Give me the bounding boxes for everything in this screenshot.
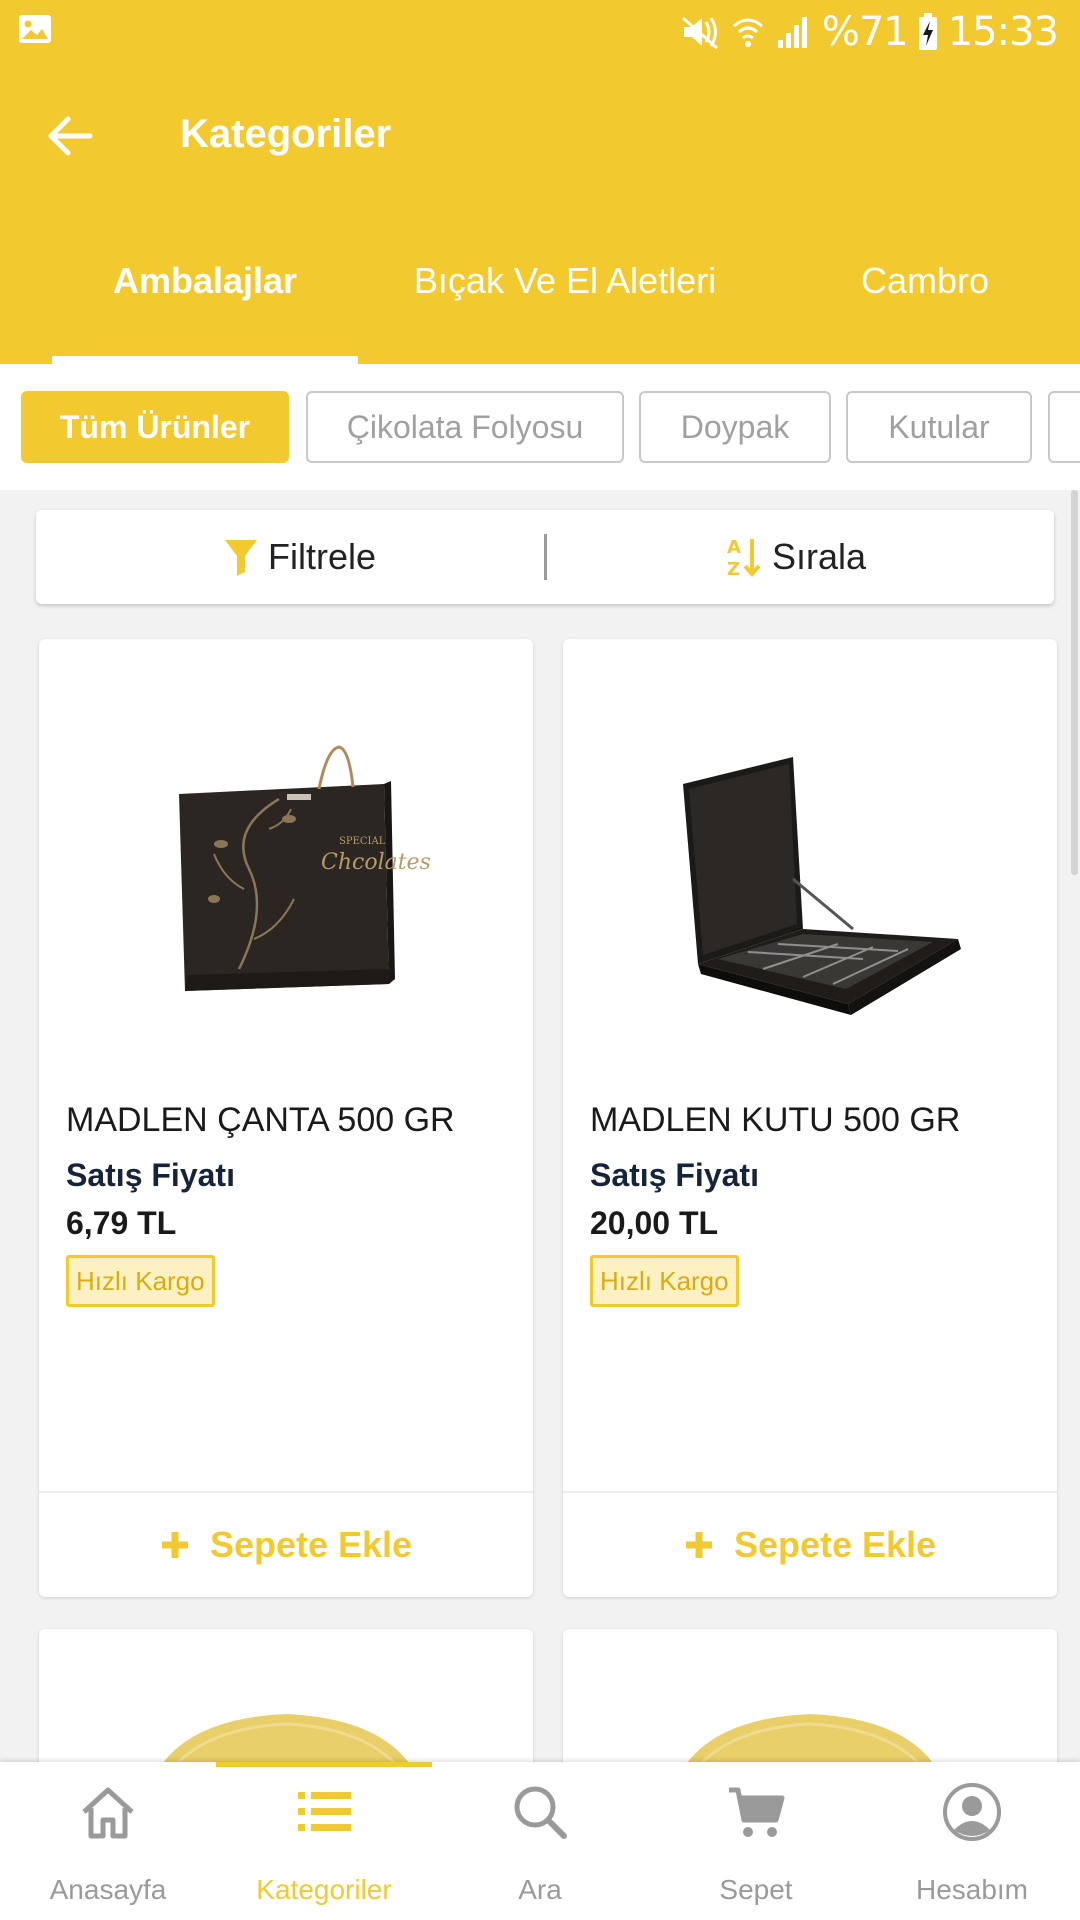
- sort-label: Sırala: [772, 536, 867, 577]
- bottom-navigation: Anasayfa Kategoriler Ara Sepet Hesabım: [0, 1762, 1080, 1920]
- svg-text:SPECIAL: SPECIAL: [339, 836, 386, 847]
- nav-item-kategoriler[interactable]: Kategoriler: [216, 1762, 432, 1920]
- fast-shipping-badge: Hızlı Kargo: [66, 1255, 215, 1307]
- price-label: Satış Fiyatı: [590, 1157, 759, 1193]
- tab-ambalajlar[interactable]: Ambalajlar: [52, 260, 358, 302]
- chip-kutular[interactable]: Kutular: [846, 391, 1032, 463]
- product-image: [563, 639, 1057, 1059]
- nav-label: Kategoriler: [256, 1874, 392, 1905]
- back-arrow-icon[interactable]: [42, 109, 96, 163]
- nav-item-sepet[interactable]: Sepet: [648, 1762, 864, 1920]
- list-icon: [298, 1792, 351, 1831]
- filter-icon: [225, 540, 257, 576]
- add-to-cart-label: Sepete Ekle: [733, 1524, 937, 1565]
- filter-button[interactable]: Filtrele: [224, 510, 376, 604]
- svg-text:Chcolates: Chcolates: [321, 850, 431, 875]
- nav-item-hesabim[interactable]: Hesabım: [864, 1762, 1080, 1920]
- filter-label: Filtrele: [268, 536, 377, 577]
- product-card[interactable]: MADLEN KUTU 500 GR Satış Fiyatı 20,00 TL…: [563, 639, 1057, 1597]
- subcategory-chips: Tüm Ürünler Çikolata Folyosu Doypak Kutu…: [0, 364, 1080, 490]
- cart-icon: [729, 1787, 785, 1837]
- chip-cikolata-folyosu[interactable]: Çikolata Folyosu: [306, 391, 624, 463]
- plus-icon: [161, 1532, 188, 1558]
- add-to-cart-button[interactable]: Sepete Ekle: [563, 1493, 1057, 1597]
- mute-icon: [681, 16, 718, 50]
- image-notification-icon: [19, 15, 51, 43]
- chip-doypak[interactable]: Doypak: [639, 391, 831, 463]
- product-image: Chcolates SPECIAL: [39, 639, 533, 1059]
- tab-cambro[interactable]: Cambro: [820, 260, 1030, 302]
- chip-tum-urunler[interactable]: Tüm Ürünler: [21, 391, 289, 463]
- nav-label: Ara: [518, 1874, 562, 1905]
- page-title: Kategoriler: [180, 112, 392, 156]
- sort-button[interactable]: A Z Sırala: [726, 510, 866, 604]
- product-name[interactable]: MADLEN ÇANTA 500 GR: [66, 1101, 455, 1140]
- plus-icon: [685, 1532, 712, 1558]
- nav-label: Sepet: [719, 1874, 793, 1905]
- fast-shipping-badge: Hızlı Kargo: [590, 1255, 739, 1307]
- wifi-icon: [732, 18, 763, 47]
- scrollbar[interactable]: [1071, 490, 1078, 875]
- nav-label: Anasayfa: [49, 1874, 167, 1905]
- gift-box-image: [683, 757, 961, 1015]
- gift-bag-image: Chcolates SPECIAL: [179, 745, 431, 991]
- product-price: 20,00 TL: [590, 1205, 719, 1241]
- product-price: 6,79 TL: [66, 1205, 177, 1241]
- home-icon: [82, 1787, 134, 1839]
- signal-icon: [777, 17, 807, 48]
- product-name[interactable]: MADLEN KUTU 500 GR: [590, 1101, 960, 1140]
- category-tabs: Ambalajlar Bıçak Ve El Aletleri Cambro: [0, 212, 1080, 364]
- filter-sort-bar: Filtrele A Z Sırala: [36, 510, 1054, 604]
- svg-text:A: A: [727, 537, 741, 558]
- chip-more[interactable]: [1048, 391, 1080, 463]
- battery-charging-icon: [918, 13, 937, 50]
- nav-item-anasayfa[interactable]: Anasayfa: [0, 1762, 216, 1920]
- battery-percent: %71: [821, 9, 909, 55]
- search-icon: [514, 1786, 567, 1839]
- account-icon: [943, 1783, 1001, 1841]
- price-label: Satış Fiyatı: [66, 1157, 235, 1193]
- add-to-cart-button[interactable]: Sepete Ekle: [39, 1493, 533, 1597]
- nav-item-ara[interactable]: Ara: [432, 1762, 648, 1920]
- nav-label: Hesabım: [915, 1874, 1029, 1905]
- product-card[interactable]: Chcolates SPECIAL MADLEN ÇANTA 500 GR Sa…: [39, 639, 533, 1597]
- svg-text:Z: Z: [727, 559, 740, 579]
- toolbar-divider: [544, 534, 547, 580]
- tab-bicak-ve-el-aletleri[interactable]: Bıçak Ve El Aletleri: [400, 260, 730, 302]
- add-to-cart-label: Sepete Ekle: [209, 1524, 413, 1565]
- sort-az-icon: A Z: [727, 537, 761, 579]
- active-tab-indicator: [52, 356, 358, 364]
- app-bar: Kategoriler: [0, 64, 1080, 212]
- clock: 15:33: [947, 9, 1059, 55]
- status-bar: %71 15:33: [0, 0, 1080, 64]
